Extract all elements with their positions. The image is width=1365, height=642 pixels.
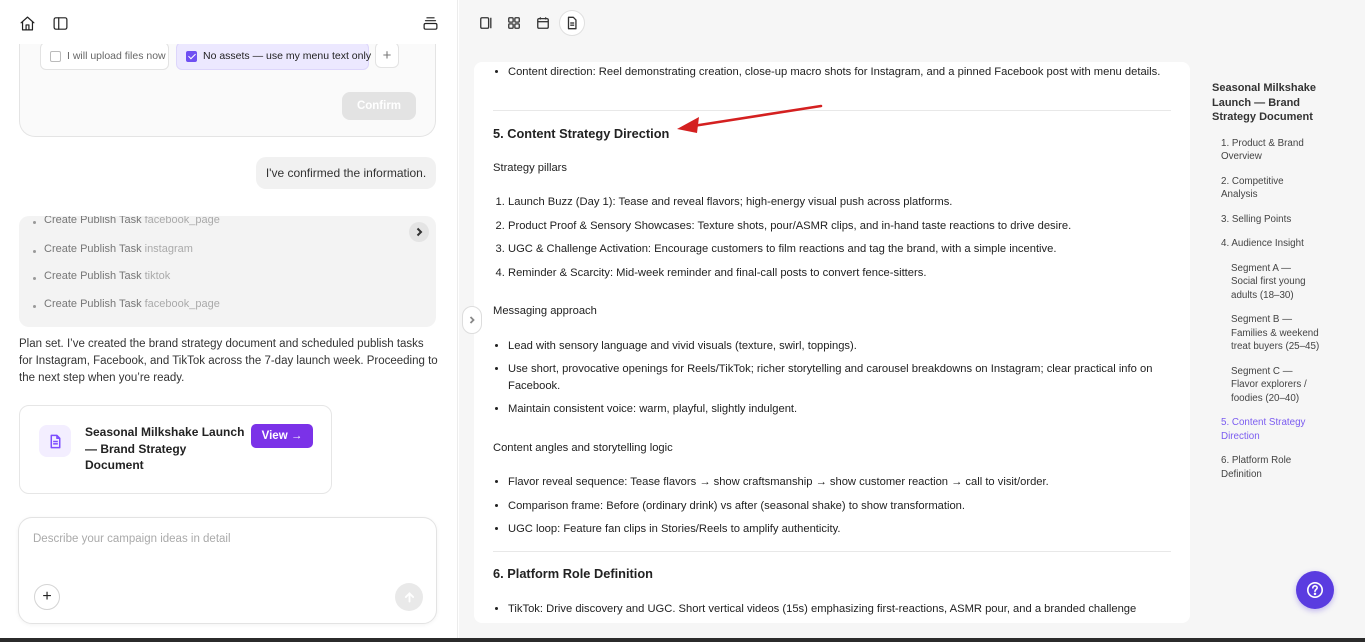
chat-panel: I will upload files now No assets — use …	[0, 0, 458, 642]
divider	[493, 110, 1171, 111]
upload-files-option[interactable]: I will upload files now	[40, 42, 169, 70]
document-card-title: Seasonal Milkshake Launch — Brand Strate…	[85, 425, 245, 472]
add-option-button[interactable]: +	[375, 42, 399, 68]
content-angles-list: Flavor reveal sequence: Tease flavors → …	[493, 474, 1163, 538]
menu-text-only-label: No assets — use my menu text only	[203, 50, 372, 62]
chevron-right-icon	[469, 316, 475, 324]
toc-item-competitive[interactable]: 2. Competitive Analysis	[1221, 175, 1320, 202]
home-icon[interactable]	[15, 11, 39, 35]
annotation-arrow-icon	[677, 104, 823, 133]
checkbox-icon	[50, 50, 61, 62]
list-item: Reminder & Scarcity: Mid-week reminder a…	[508, 265, 1163, 282]
bullet-dot	[33, 277, 36, 280]
list-item: Use short, provocative openings for Reel…	[508, 361, 1163, 395]
bullet-dot	[33, 305, 36, 308]
view-document-button[interactable]: View →	[251, 424, 313, 448]
help-button[interactable]	[1296, 571, 1334, 609]
menu-text-only-option[interactable]: No assets — use my menu text only	[176, 42, 372, 70]
task-item: Create Publish Task tiktok	[33, 270, 170, 282]
list-item: Launch Buzz (Day 1): Tease and reveal fl…	[508, 194, 1163, 211]
section-6-heading: 6. Platform Role Definition	[493, 566, 653, 581]
task-target: facebook_page	[144, 216, 220, 226]
file-icon	[39, 425, 71, 457]
confirm-button[interactable]: Confirm	[342, 92, 416, 120]
grid-icon[interactable]	[502, 11, 526, 35]
list-item: Flavor reveal sequence: Tease flavors → …	[508, 474, 1163, 491]
toc-item-product-brand[interactable]: 1. Product & Brand Overview	[1221, 137, 1320, 164]
document-icon[interactable]	[559, 10, 585, 36]
toc-title: Seasonal Milkshake Launch — Brand Strate…	[1212, 82, 1316, 123]
task-target: facebook_page	[144, 298, 220, 310]
task-target: tiktok	[144, 270, 171, 282]
messaging-approach-title: Messaging approach	[493, 305, 597, 317]
toc-item-selling-points[interactable]: 3. Selling Points	[1221, 213, 1320, 227]
collapse-chat-button[interactable]	[462, 306, 482, 334]
user-message-bubble: I've confirmed the information.	[256, 157, 436, 189]
expand-tasks-button[interactable]	[409, 222, 429, 242]
toc-item-content-strategy[interactable]: 5. Content Strategy Direction	[1221, 416, 1320, 443]
publish-tasks-card: Create Publish Task facebook_page Create…	[19, 216, 436, 327]
list-item: Content direction: Reel demonstrating cr…	[508, 64, 1163, 81]
chevron-right-icon	[416, 227, 423, 237]
content-angles-title: Content angles and storytelling logic	[493, 442, 673, 454]
task-label: Create Publish Task	[44, 270, 142, 282]
message-composer[interactable]: Describe your campaign ideas in detail +	[18, 517, 437, 624]
task-item: Create Publish Task instagram	[33, 243, 193, 255]
document-card[interactable]: Seasonal Milkshake Launch — Brand Strate…	[19, 405, 332, 494]
list-item: Comparison frame: Before (ordinary drink…	[508, 498, 1163, 515]
sidebar-toggle-icon[interactable]	[48, 11, 72, 35]
divider	[493, 551, 1171, 552]
list-item: Product Proof & Sensory Showcases: Textu…	[508, 218, 1163, 235]
toc-item-platform-role[interactable]: 6. Platform Role Definition	[1221, 454, 1320, 481]
list-item: Lead with sensory language and vivid vis…	[508, 338, 1163, 355]
toc-item-segment-b[interactable]: Segment B — Families & weekend treat buy…	[1231, 313, 1320, 354]
strategy-pillars-list: Launch Buzz (Day 1): Tease and reveal fl…	[493, 194, 1163, 282]
upload-files-label: I will upload files now	[67, 50, 166, 62]
split-view-icon[interactable]	[474, 11, 498, 35]
messaging-approach-list: Lead with sensory language and vivid vis…	[493, 338, 1163, 418]
task-target: instagram	[144, 243, 193, 255]
composer-input[interactable]: Describe your campaign ideas in detail	[33, 533, 231, 545]
task-item: Create Publish Task facebook_page	[33, 216, 220, 226]
toc-item-audience[interactable]: 4. Audience Insight	[1221, 237, 1320, 251]
task-label: Create Publish Task	[44, 298, 142, 310]
list-item: TikTok: Drive discovery and UGC. Short v…	[508, 601, 1163, 618]
document-panel: Content direction: Reel demonstrating cr…	[459, 0, 1365, 642]
task-label: Create Publish Task	[44, 216, 142, 226]
content-direction-list: Content direction: Reel demonstrating cr…	[493, 64, 1163, 81]
help-icon	[1306, 581, 1324, 599]
toc-item-segment-a[interactable]: Segment A — Social first young adults (1…	[1231, 262, 1320, 303]
bullet-dot	[33, 221, 36, 224]
arrow-up-icon	[404, 591, 414, 603]
stack-icon[interactable]	[418, 11, 442, 35]
checkbox-checked-icon	[186, 50, 197, 62]
assistant-message: Plan set. I’ve created the brand strateg…	[19, 338, 438, 384]
table-of-contents: Seasonal Milkshake Launch — Brand Strate…	[1212, 81, 1320, 492]
strategy-pillars-title: Strategy pillars	[493, 162, 567, 174]
window-bottom-edge	[0, 638, 1365, 642]
list-item: UGC & Challenge Activation: Encourage cu…	[508, 241, 1163, 258]
document-page: Content direction: Reel demonstrating cr…	[474, 62, 1190, 623]
chat-topbar	[0, 0, 457, 44]
bullet-dot	[33, 250, 36, 253]
task-item: Create Publish Task facebook_page	[33, 298, 220, 310]
toc-item-segment-c[interactable]: Segment C — Flavor explorers / foodies (…	[1231, 365, 1320, 406]
list-item: UGC loop: Feature fan clips in Stories/R…	[508, 521, 1163, 538]
send-button[interactable]	[395, 583, 423, 611]
calendar-icon[interactable]	[531, 11, 555, 35]
platform-role-list: TikTok: Drive discovery and UGC. Short v…	[493, 601, 1163, 618]
section-5-heading: 5. Content Strategy Direction	[493, 126, 670, 141]
attach-button[interactable]: +	[34, 584, 60, 610]
task-label: Create Publish Task	[44, 243, 142, 255]
list-item: Maintain consistent voice: warm, playful…	[508, 401, 1163, 418]
